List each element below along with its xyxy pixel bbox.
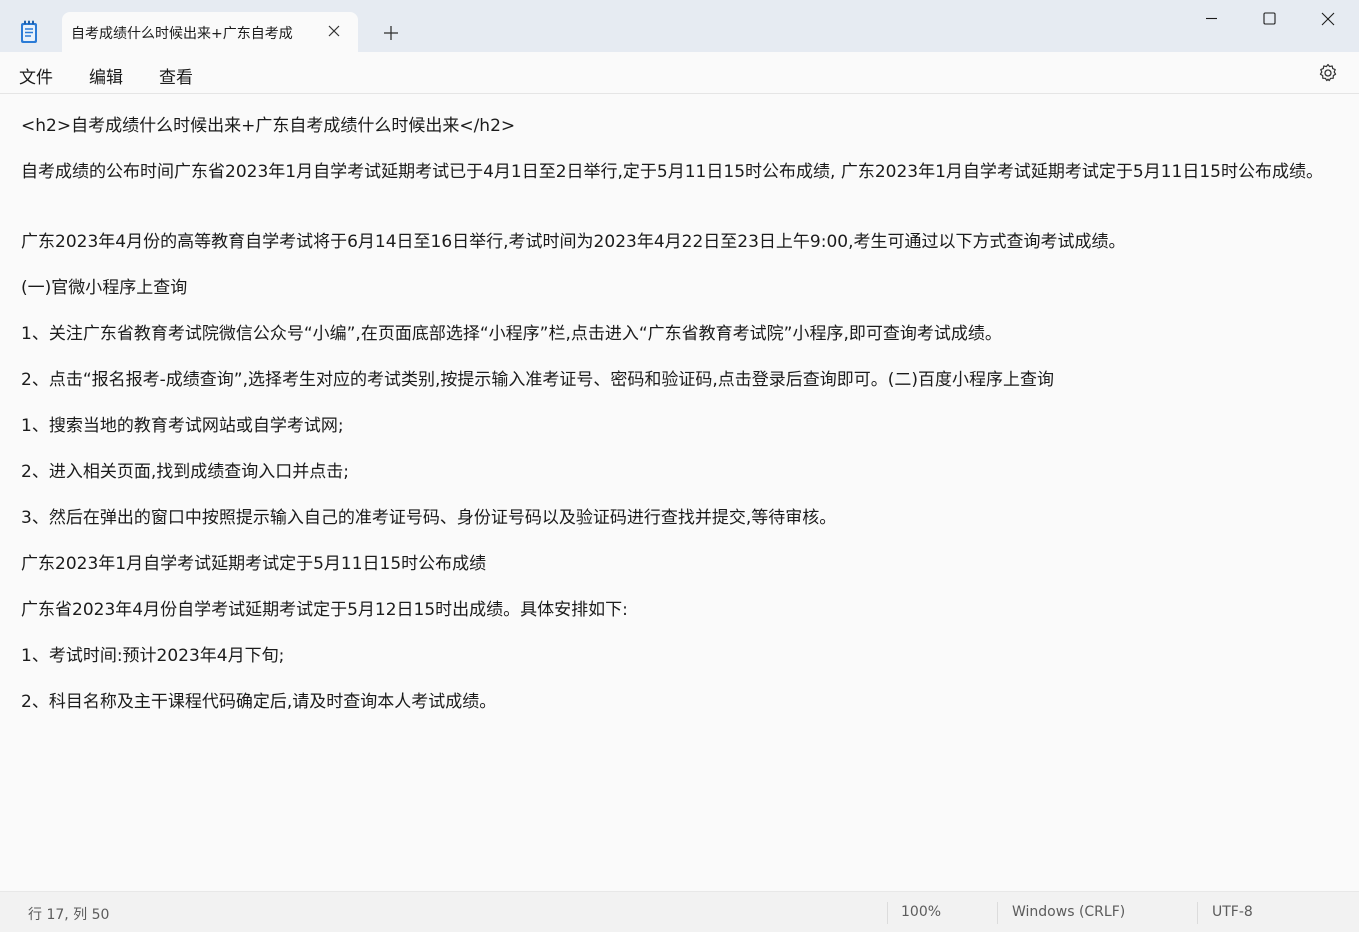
editor-line: 2、点击“报名报考-成绩查询”,选择考生对应的考试类别,按提示输入准考证号、密码…: [21, 370, 1055, 390]
close-tab-icon[interactable]: [324, 21, 344, 41]
editor-line: 1、考试时间:预计2023年4月下旬;: [21, 646, 285, 666]
status-divider: [887, 902, 888, 924]
close-window-icon[interactable]: [1299, 0, 1357, 40]
editor-line: 1、搜索当地的教育考试网站或自学考试网;: [21, 416, 344, 436]
status-divider: [1197, 902, 1198, 924]
menu-edit[interactable]: 编辑: [89, 63, 123, 88]
menu-view[interactable]: 查看: [159, 63, 193, 88]
notepad-icon: [21, 20, 37, 43]
document-tab[interactable]: 自考成绩什么时候出来+广东自考成: [62, 12, 358, 52]
zoom-level: 100%: [901, 904, 942, 920]
status-divider: [997, 902, 998, 924]
tab-title: 自考成绩什么时候出来+广东自考成: [71, 26, 293, 42]
editor-line: 广东省2023年4月份自学考试延期考试定于5月12日15时出成绩。具体安排如下:: [21, 600, 628, 620]
editor-line: <h2>自考成绩什么时候出来+广东自考成绩什么时候出来</h2>: [21, 116, 516, 136]
minimize-icon[interactable]: [1183, 0, 1241, 40]
new-tab-icon[interactable]: [380, 22, 402, 44]
editor-line: (一)官微小程序上查询: [21, 278, 188, 298]
editor-line: 2、科目名称及主干课程代码确定后,请及时查询本人考试成绩。: [21, 692, 497, 712]
editor-line: 自考成绩的公布时间广东省2023年1月自学考试延期考试已于4月1日至2日举行,定…: [21, 162, 1323, 182]
menu-file[interactable]: 文件: [19, 63, 53, 88]
menu-bar: 文件 编辑 查看: [0, 52, 1359, 94]
status-bar: 行 17, 列 50 100% Windows (CRLF) UTF-8: [0, 891, 1359, 932]
editor-line: 广东2023年4月份的高等教育自学考试将于6月14日至16日举行,考试时间为20…: [21, 232, 1126, 252]
editor-line: 1、关注广东省教育考试院微信公众号“小编”,在页面底部选择“小程序”栏,点击进入…: [21, 324, 1002, 344]
settings-gear-icon[interactable]: [1317, 62, 1339, 84]
title-bar: 自考成绩什么时候出来+广东自考成: [0, 0, 1359, 52]
maximize-icon[interactable]: [1241, 0, 1299, 40]
line-ending: Windows (CRLF): [1012, 904, 1126, 920]
editor-line: 广东2023年1月自学考试延期考试定于5月11日15时公布成绩: [21, 554, 487, 574]
text-editor[interactable]: <h2>自考成绩什么时候出来+广东自考成绩什么时候出来</h2> 自考成绩的公布…: [0, 94, 1359, 891]
cursor-position: 行 17, 列 50: [28, 907, 110, 923]
editor-line: 2、进入相关页面,找到成绩查询入口并点击;: [21, 462, 349, 482]
editor-line: 3、然后在弹出的窗口中按照提示输入自己的准考证号码、身份证号码以及验证码进行查找…: [21, 508, 837, 528]
encoding: UTF-8: [1212, 904, 1253, 920]
